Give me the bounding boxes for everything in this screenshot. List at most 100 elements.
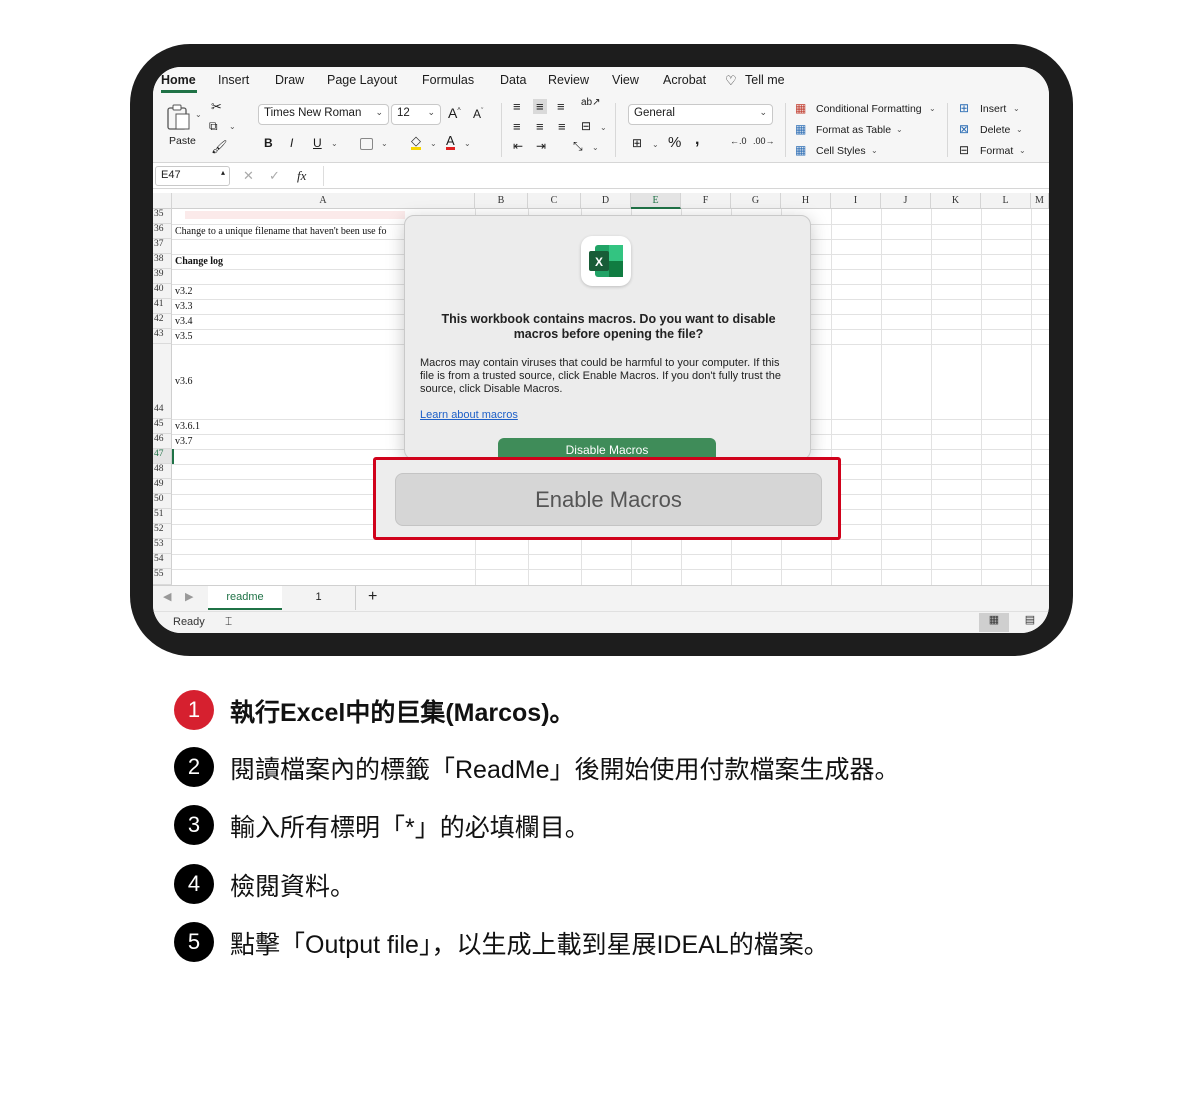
- column-header[interactable]: D: [581, 193, 631, 209]
- row-header[interactable]: 44: [153, 344, 172, 419]
- add-sheet-button[interactable]: +: [368, 588, 377, 606]
- column-header[interactable]: H: [781, 193, 831, 209]
- row-header[interactable]: 36: [153, 224, 172, 239]
- sheet-tab-readme[interactable]: readme: [208, 586, 282, 610]
- chevron-down-icon[interactable]: ⌄: [331, 139, 338, 148]
- column-header[interactable]: A: [172, 193, 475, 209]
- chevron-down-icon[interactable]: ⌄: [592, 143, 599, 152]
- scissors-icon[interactable]: ✂: [211, 99, 222, 115]
- align-center-icon[interactable]: ≡: [536, 119, 544, 134]
- row-header[interactable]: 53: [153, 539, 172, 554]
- row-header[interactable]: 39: [153, 269, 172, 284]
- tab-insert[interactable]: Insert: [218, 73, 249, 87]
- column-header[interactable]: F: [681, 193, 731, 209]
- row-header[interactable]: 51: [153, 509, 172, 524]
- cancel-icon[interactable]: ✕: [243, 168, 254, 184]
- tab-formulas[interactable]: Formulas: [422, 73, 474, 87]
- format-as-table-button[interactable]: Format as Table: [816, 124, 891, 136]
- row-header[interactable]: 43: [153, 329, 172, 344]
- page-layout-view-icon[interactable]: ▤: [1015, 613, 1045, 632]
- number-format-select[interactable]: General ⌄: [628, 104, 773, 125]
- merge-center-icon[interactable]: ⤡: [573, 139, 583, 154]
- chevron-down-icon[interactable]: ⌄: [1016, 125, 1023, 134]
- column-header[interactable]: E: [631, 193, 681, 209]
- increase-indent-icon[interactable]: ⇥: [536, 139, 546, 153]
- chevron-down-icon[interactable]: ⌄: [1019, 146, 1026, 155]
- align-middle-icon[interactable]: ≡: [533, 99, 547, 114]
- column-header[interactable]: C: [528, 193, 581, 209]
- cell-text[interactable]: v3.7: [175, 436, 193, 447]
- row-header[interactable]: 37: [153, 239, 172, 254]
- learn-about-macros-link[interactable]: Learn about macros: [420, 409, 518, 421]
- row-header[interactable]: 42: [153, 314, 172, 329]
- wrap-text-icon[interactable]: ⊟: [581, 119, 591, 133]
- column-header[interactable]: L: [981, 193, 1031, 209]
- cell-text[interactable]: Change to a unique filename that haven't…: [175, 226, 386, 237]
- format-button[interactable]: Format: [980, 145, 1013, 157]
- decrease-decimal-icon[interactable]: .00→: [753, 136, 775, 146]
- bold-button[interactable]: B: [264, 136, 273, 150]
- tab-view[interactable]: View: [612, 73, 639, 87]
- chevron-down-icon[interactable]: ⌄: [929, 104, 936, 113]
- cell-text[interactable]: v3.6: [175, 376, 193, 387]
- italic-button[interactable]: I: [290, 136, 293, 150]
- underline-button[interactable]: U: [313, 136, 322, 150]
- fx-icon[interactable]: fx: [297, 168, 306, 184]
- chevron-down-icon[interactable]: ⌄: [464, 139, 471, 148]
- increase-decimal-icon[interactable]: ←.0: [730, 136, 747, 146]
- normal-view-icon[interactable]: ▦: [979, 613, 1009, 632]
- column-header[interactable]: I: [831, 193, 881, 209]
- chevron-down-icon[interactable]: ⌄: [871, 146, 878, 155]
- row-header[interactable]: 50: [153, 494, 172, 509]
- insert-button[interactable]: Insert: [980, 103, 1006, 115]
- chevron-down-icon[interactable]: ⌄: [229, 122, 236, 131]
- cell-styles-button[interactable]: Cell Styles: [816, 145, 866, 157]
- tab-review[interactable]: Review: [548, 73, 589, 87]
- column-header[interactable]: K: [931, 193, 981, 209]
- chevron-down-icon[interactable]: ⌄: [896, 125, 903, 134]
- align-left-icon[interactable]: ≡: [513, 119, 521, 134]
- chevron-down-icon[interactable]: ⌄: [1013, 104, 1020, 113]
- cell-text[interactable]: v3.3: [175, 301, 193, 312]
- conditional-formatting-button[interactable]: Conditional Formatting: [816, 103, 922, 115]
- scroll-left-icon[interactable]: ◀: [163, 590, 171, 603]
- row-header[interactable]: 46: [153, 434, 172, 449]
- row-header[interactable]: 48: [153, 464, 172, 479]
- cell-text[interactable]: v3.6.1: [175, 421, 200, 432]
- cell-text[interactable]: v3.2: [175, 286, 193, 297]
- chevron-down-icon[interactable]: ⌄: [195, 110, 202, 119]
- row-header[interactable]: 52: [153, 524, 172, 539]
- fill-color-icon[interactable]: ◇: [411, 134, 421, 150]
- column-header[interactable]: M: [1031, 193, 1049, 209]
- font-name-select[interactable]: Times New Roman ⌄: [258, 104, 389, 125]
- percent-button[interactable]: %: [668, 134, 681, 151]
- row-header[interactable]: 45: [153, 419, 172, 434]
- name-box[interactable]: E47 ▴: [155, 166, 230, 186]
- row-header[interactable]: 38: [153, 254, 172, 269]
- chevron-down-icon[interactable]: ⌄: [652, 140, 659, 149]
- tab-data[interactable]: Data: [500, 73, 526, 87]
- formula-input[interactable]: [323, 166, 1047, 186]
- enable-macros-button[interactable]: Enable Macros: [395, 473, 822, 526]
- row-header[interactable]: 55: [153, 569, 172, 585]
- accounting-format-icon[interactable]: ⊞: [632, 136, 642, 150]
- tab-draw[interactable]: Draw: [275, 73, 304, 87]
- column-header[interactable]: G: [731, 193, 781, 209]
- row-header[interactable]: 49: [153, 479, 172, 494]
- select-all-corner[interactable]: [153, 193, 172, 209]
- row-header[interactable]: 47: [153, 449, 172, 464]
- row-header[interactable]: 54: [153, 554, 172, 569]
- sheet-tab-1[interactable]: 1: [282, 586, 356, 610]
- cell-text[interactable]: v3.5: [175, 331, 193, 342]
- decrease-font-icon[interactable]: Aˇ: [473, 107, 483, 121]
- row-header[interactable]: 41: [153, 299, 172, 314]
- increase-font-icon[interactable]: A^: [448, 105, 461, 121]
- font-color-icon[interactable]: A: [446, 134, 455, 150]
- scroll-right-icon[interactable]: ▶: [185, 590, 193, 603]
- align-bottom-icon[interactable]: ≡: [557, 99, 565, 114]
- borders-icon[interactable]: [360, 138, 373, 150]
- tab-tell-me[interactable]: Tell me: [745, 73, 785, 87]
- row-header[interactable]: 35: [153, 209, 172, 224]
- chevron-down-icon[interactable]: ⌄: [381, 139, 388, 148]
- cell-text[interactable]: v3.4: [175, 316, 193, 327]
